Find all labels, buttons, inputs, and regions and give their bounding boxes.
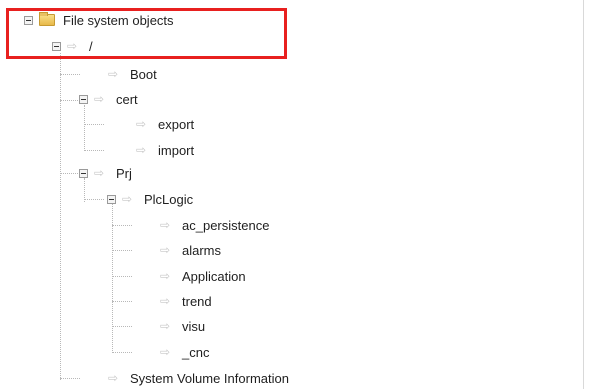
tree-line [112, 276, 132, 277]
tree-node-label: import [158, 142, 195, 158]
tree-line [112, 225, 132, 226]
tree-line [60, 100, 80, 101]
tree-node-label: ac_persistence [182, 217, 270, 233]
tree-node-import[interactable]: ⇨ import [136, 140, 194, 160]
tree-node-export[interactable]: ⇨ export [136, 114, 194, 134]
tree-line [112, 326, 132, 327]
arrow-right-icon: ⇨ [122, 192, 133, 206]
tree-node-label: visu [182, 318, 206, 334]
tree-line [84, 124, 104, 125]
tree-node-plclogic[interactable]: ⇨ PlcLogic [107, 189, 193, 209]
tree-node-cnc[interactable]: ⇨ _cnc [160, 342, 209, 362]
tree-node-label: cert [116, 91, 138, 107]
arrow-right-icon: ⇨ [160, 243, 171, 257]
tree-node-label: Prj [116, 165, 132, 181]
tree-node-label: _cnc [182, 344, 210, 360]
tree-node-label: trend [182, 293, 212, 309]
arrow-right-icon: ⇨ [108, 67, 119, 81]
tree-node-boot[interactable]: ⇨ Boot [108, 64, 157, 84]
arrow-right-icon: ⇨ [108, 371, 119, 385]
tree-node-alarms[interactable]: ⇨ alarms [160, 240, 221, 260]
file-tree-panel: File system objects ⇨ / ⇨ Boot ⇨ cert ⇨ … [0, 0, 592, 389]
tree-line [112, 301, 132, 302]
tree-node-label: Application [182, 268, 246, 284]
arrow-right-icon: ⇨ [94, 166, 105, 180]
tree-line [112, 250, 132, 251]
tree-node-label: System Volume Information [130, 370, 289, 386]
panel-divider [583, 0, 584, 389]
tree-line [112, 352, 132, 353]
arrow-right-icon: ⇨ [136, 117, 147, 131]
tree-node-ac-persistence[interactable]: ⇨ ac_persistence [160, 215, 269, 235]
tree-node-cert[interactable]: ⇨ cert [79, 89, 138, 109]
collapse-toggle-icon[interactable] [79, 94, 88, 104]
collapse-toggle-icon[interactable] [79, 168, 88, 178]
arrow-right-icon: ⇨ [160, 269, 171, 283]
tree-line [112, 204, 113, 353]
tree-node-system-volume-information[interactable]: ⇨ System Volume Information [108, 368, 289, 388]
tree-line [60, 74, 80, 75]
tree-line [84, 105, 85, 151]
arrow-right-icon: ⇨ [136, 143, 147, 157]
tree-node-prj[interactable]: ⇨ Prj [79, 163, 132, 183]
tree-node-label: export [158, 116, 195, 132]
arrow-right-icon: ⇨ [160, 218, 171, 232]
tree-node-application[interactable]: ⇨ Application [160, 266, 246, 286]
tree-line [84, 199, 104, 200]
tree-line [60, 53, 61, 380]
tree-node-label: PlcLogic [144, 191, 194, 207]
arrow-right-icon: ⇨ [94, 92, 105, 106]
tree-line [84, 150, 104, 151]
tree-node-label: Boot [130, 66, 157, 82]
tree-line [60, 378, 80, 379]
tree-line [60, 173, 80, 174]
tree-node-visu[interactable]: ⇨ visu [160, 316, 205, 336]
arrow-right-icon: ⇨ [160, 294, 171, 308]
tree-node-label: alarms [182, 242, 222, 258]
tree-node-trend[interactable]: ⇨ trend [160, 291, 212, 311]
collapse-toggle-icon[interactable] [107, 194, 116, 204]
highlight-box [6, 8, 287, 59]
arrow-right-icon: ⇨ [160, 345, 171, 359]
arrow-right-icon: ⇨ [160, 319, 171, 333]
